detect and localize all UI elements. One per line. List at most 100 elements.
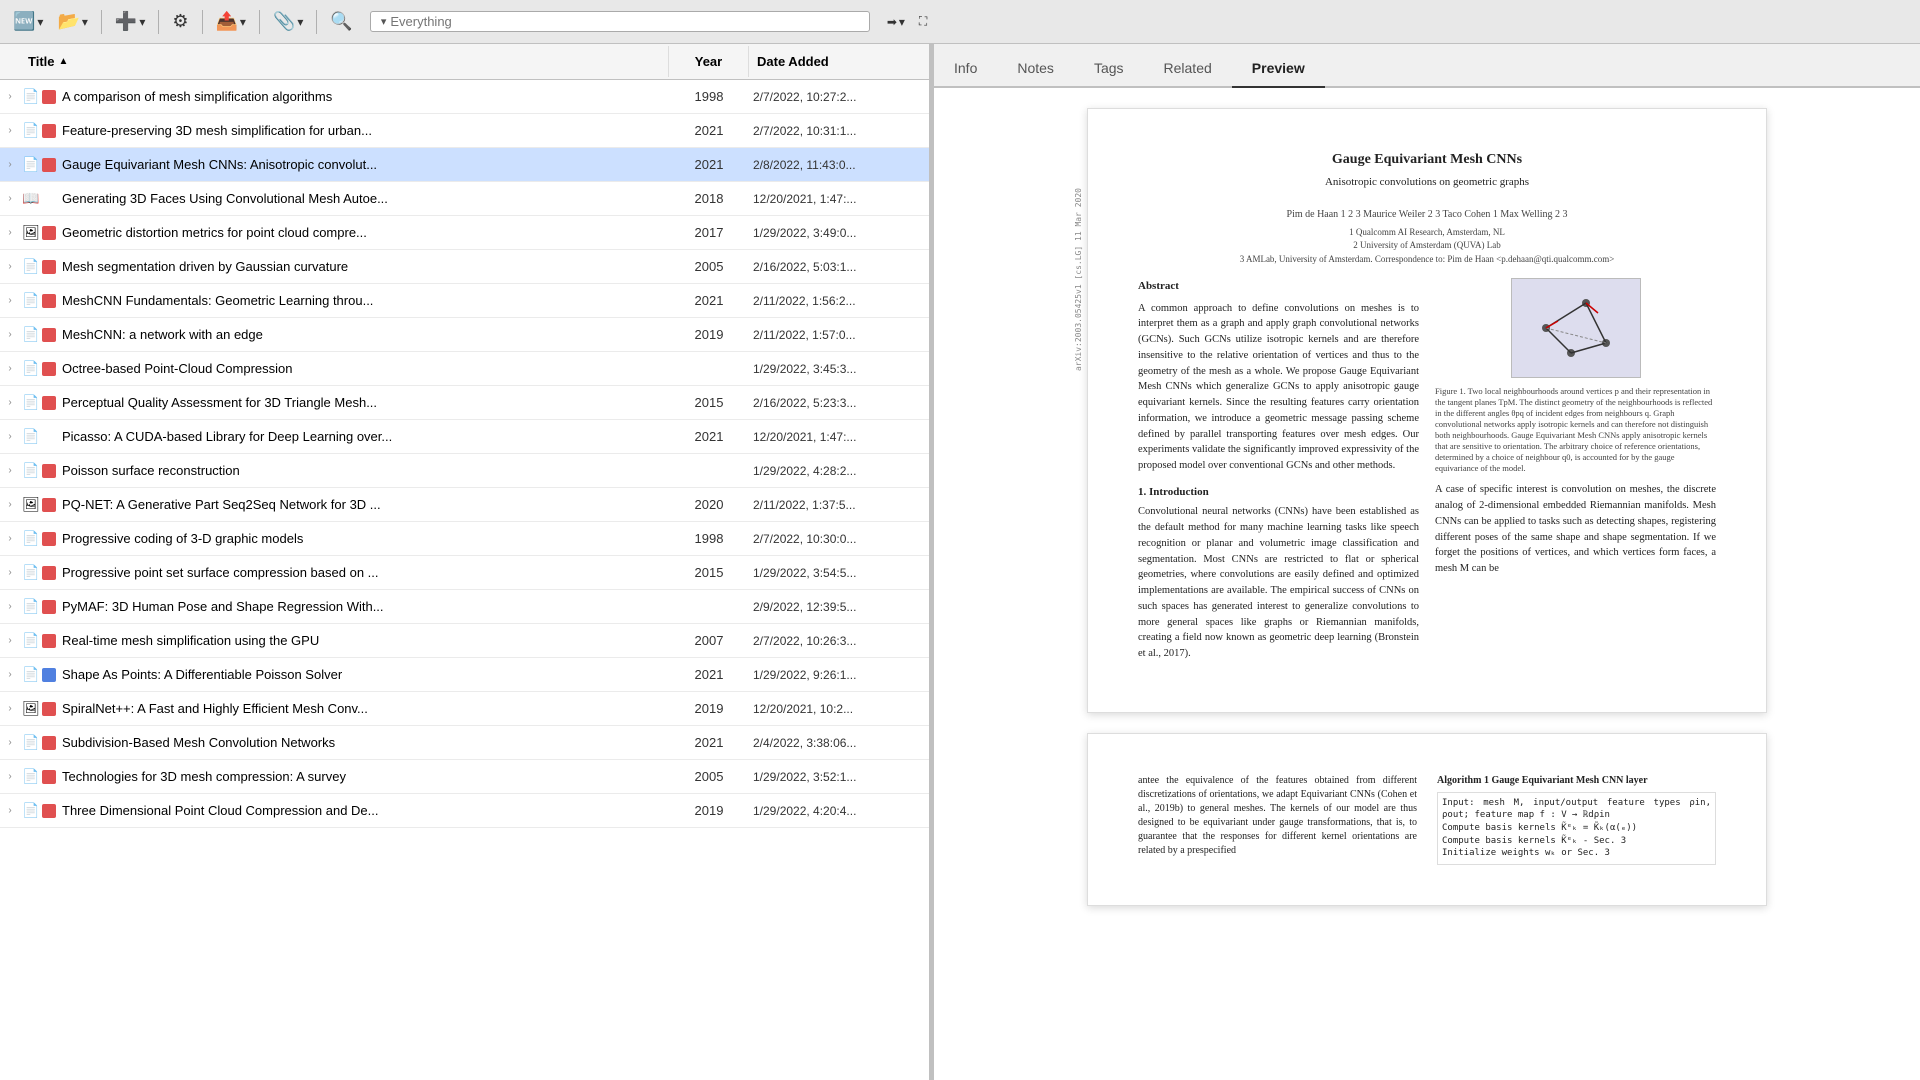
row-date: 2/7/2022, 10:27:2... [749,90,929,104]
table-row[interactable]: ›📄Subdivision-Based Mesh Convolution Net… [0,726,929,760]
row-tag-color [42,566,56,580]
row-expand-arrow[interactable]: › [0,805,20,816]
table-row[interactable]: ›📄PyMAF: 3D Human Pose and Shape Regress… [0,590,929,624]
preview-p2-right: Algorithm 1 Gauge Equivariant Mesh CNN l… [1437,774,1716,865]
row-type-icon: 🖼 [20,496,42,513]
row-title: Poisson surface reconstruction [62,461,669,480]
row-year: 2021 [669,667,749,682]
tab-info[interactable]: Info [934,50,997,88]
forward-button[interactable]: ➡ ▾ [882,12,910,32]
row-year: 2021 [669,293,749,308]
forward-icon: ➡ [887,15,897,29]
table-row[interactable]: ›🖼 PQ-NET: A Generative Part Seq2Seq Netw… [0,488,929,522]
sort-arrow-title: ▲ [59,56,69,67]
table-row[interactable]: ›🖼SpiralNet++: A Fast and Highly Efficie… [0,692,929,726]
row-title: Picasso: A CUDA-based Library for Deep L… [62,427,669,446]
table-row[interactable]: ›📄Three Dimensional Point Cloud Compress… [0,794,929,828]
row-year: 2007 [669,633,749,648]
table-row[interactable]: ›📄Technologies for 3D mesh compression: … [0,760,929,794]
row-expand-arrow[interactable]: › [0,703,20,714]
table-row[interactable]: ›📄Picasso: A CUDA-based Library for Deep… [0,420,929,454]
table-row[interactable]: ›📄MeshCNN: a network with an edge20192/1… [0,318,929,352]
row-title: MeshCNN: a network with an edge [62,325,669,344]
row-expand-arrow[interactable]: › [0,125,20,136]
row-title: PQ-NET: A Generative Part Seq2Seq Networ… [62,495,669,514]
tools-button[interactable]: ⚙ [167,8,193,35]
row-title: Three Dimensional Point Cloud Compressio… [62,801,669,820]
row-type-icon: 📄 [20,88,42,105]
table-row[interactable]: ›📖Generating 3D Faces Using Convolutiona… [0,182,929,216]
export-button[interactable]: 📤 ▾ [211,8,251,35]
tab-tags[interactable]: Tags [1074,50,1144,88]
row-year: 2019 [669,803,749,818]
new-button[interactable]: 🆕 ▾ [8,8,48,35]
tab-related[interactable]: Related [1144,50,1232,88]
row-tag-color [42,124,56,138]
annotate-button[interactable]: 📎 ▾ [268,8,308,35]
row-expand-arrow[interactable]: › [0,771,20,782]
row-date: 2/7/2022, 10:26:3... [749,634,929,648]
table-row[interactable]: ›📄Perceptual Quality Assessment for 3D T… [0,386,929,420]
row-date: 2/4/2022, 3:38:06... [749,736,929,750]
row-expand-arrow[interactable]: › [0,295,20,306]
row-expand-arrow[interactable]: › [0,91,20,102]
row-expand-arrow[interactable]: › [0,431,20,442]
row-title: A comparison of mesh simplification algo… [62,87,669,106]
row-year: 2018 [669,191,749,206]
row-expand-arrow[interactable]: › [0,227,20,238]
row-expand-arrow[interactable]: › [0,261,20,272]
row-expand-arrow[interactable]: › [0,635,20,646]
table-row[interactable]: ›📄Poisson surface reconstruction1/29/202… [0,454,929,488]
tab-notes[interactable]: Notes [997,50,1074,88]
col-year-header[interactable]: Year [669,46,749,77]
row-date: 1/29/2022, 3:52:1... [749,770,929,784]
row-expand-arrow[interactable]: › [0,601,20,612]
search-dropdown-arrow[interactable]: ▾ [377,15,391,28]
row-expand-arrow[interactable]: › [0,669,20,680]
table-row[interactable]: ›📄Real-time mesh simplification using th… [0,624,929,658]
row-date: 1/29/2022, 3:45:3... [749,362,929,376]
row-type-icon: 📄 [20,292,42,309]
table-row[interactable]: ›📄MeshCNN Fundamentals: Geometric Learni… [0,284,929,318]
row-expand-arrow[interactable]: › [0,193,20,204]
row-expand-arrow[interactable]: › [0,465,20,476]
row-expand-arrow[interactable]: › [0,533,20,544]
table-row[interactable]: ›📄Progressive coding of 3-D graphic mode… [0,522,929,556]
table-row[interactable]: ›📄Gauge Equivariant Mesh CNNs: Anisotrop… [0,148,929,182]
main-area: Title ▲ Year Date Added ›📄A comparison o… [0,44,1920,1080]
table-row[interactable]: ›📄Octree-based Point-Cloud Compression1/… [0,352,929,386]
sep5 [316,10,317,34]
table-row[interactable]: ›📄Shape As Points: A Differentiable Pois… [0,658,929,692]
row-tag-color [42,600,56,614]
search-input[interactable] [390,14,862,29]
row-expand-arrow[interactable]: › [0,159,20,170]
table-row[interactable]: ›📄Progressive point set surface compress… [0,556,929,590]
row-tag-color [42,362,56,376]
preview-right-col: Figure 1. Two local neighbourhoods aroun… [1435,278,1716,672]
row-type-icon: 📄 [20,598,42,615]
locate-button[interactable]: 🔍 [325,8,357,35]
items-list[interactable]: ›📄A comparison of mesh simplification al… [0,80,929,1080]
table-row[interactable]: ›📄 A comparison of mesh simplification al… [0,80,929,114]
preview-content[interactable]: Gauge Equivariant Mesh CNNs Anisotropic … [934,88,1920,1080]
table-row[interactable]: ›📄Feature-preserving 3D mesh simplificat… [0,114,929,148]
row-tag-color [42,90,56,104]
row-date: 2/11/2022, 1:37:5... [749,498,929,512]
row-expand-arrow[interactable]: › [0,397,20,408]
row-expand-arrow[interactable]: › [0,567,20,578]
row-expand-arrow[interactable]: › [0,363,20,374]
add-button[interactable]: ➕ ▾ [110,8,150,35]
row-expand-arrow[interactable]: › [0,499,20,510]
open-button[interactable]: 📂 ▾ [52,8,92,35]
table-row[interactable]: ›📄Mesh segmentation driven by Gaussian c… [0,250,929,284]
tab-preview[interactable]: Preview [1232,50,1325,88]
arxiv-stamp: arXiv:2003.05425v1 [cs.LG] 11 Mar 2020 [1073,188,1085,371]
preview-authors: Pim de Haan 1 2 3 Maurice Weiler 2 3 Tac… [1138,207,1716,267]
table-row[interactable]: ›🖼Geometric distortion metrics for point… [0,216,929,250]
row-expand-arrow[interactable]: › [0,329,20,340]
fullscreen-button[interactable]: ⛶ [914,11,932,32]
row-date: 2/11/2022, 1:56:2... [749,294,929,308]
col-date-header[interactable]: Date Added [749,46,929,77]
col-title-header[interactable]: Title ▲ [0,46,669,77]
row-expand-arrow[interactable]: › [0,737,20,748]
